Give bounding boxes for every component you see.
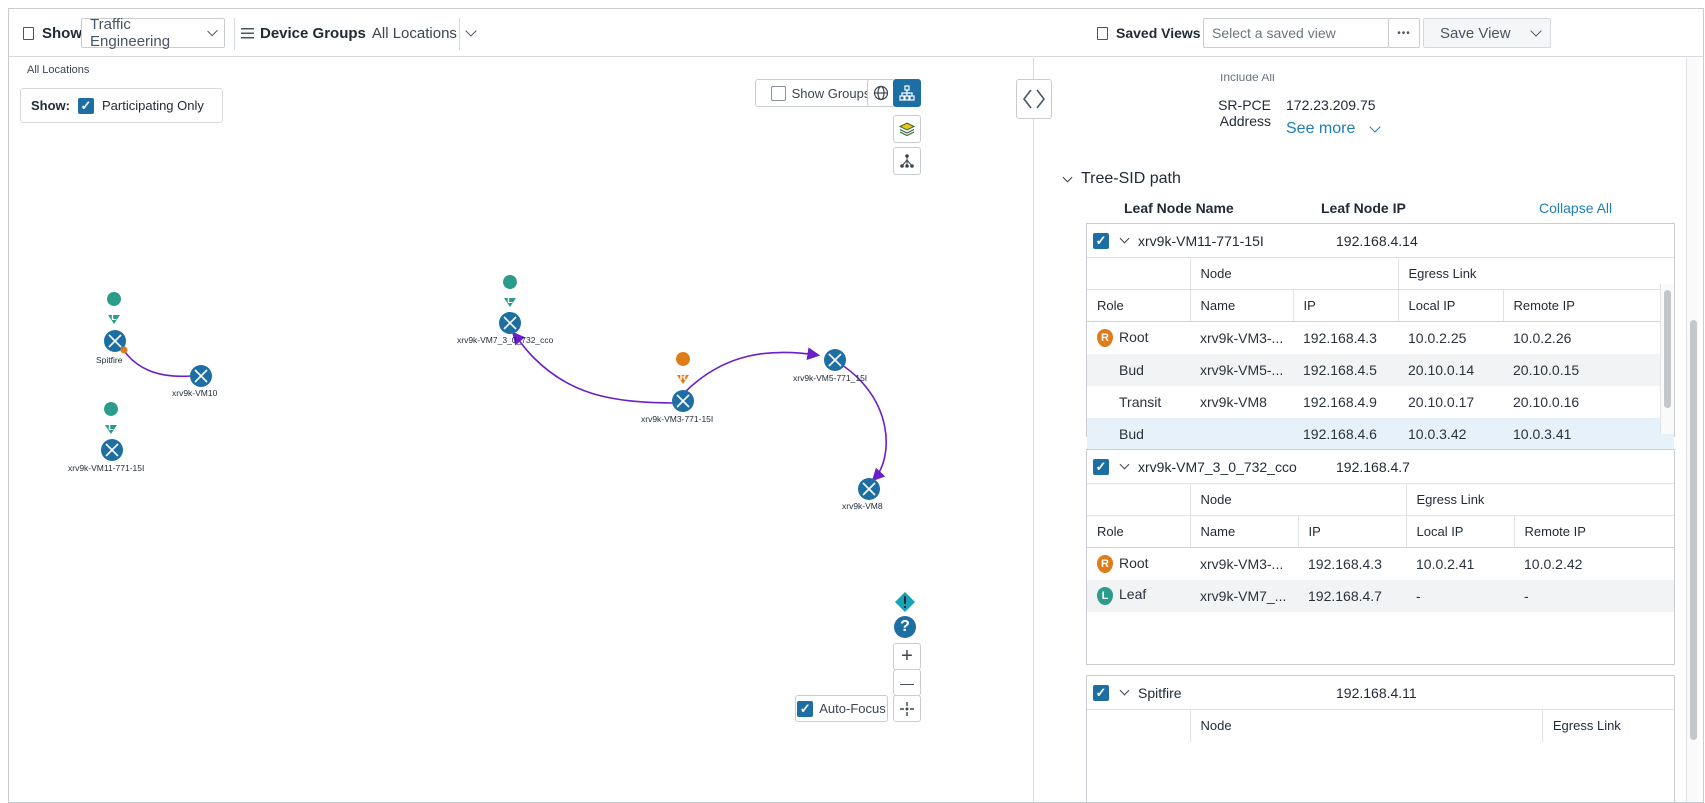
router-node-vm8[interactable] — [858, 478, 880, 500]
cut-off-text: Include All — [1220, 70, 1275, 84]
router-node-spitfire[interactable] — [104, 330, 128, 354]
chevron-down-icon[interactable] — [1119, 233, 1130, 244]
svg-text:L: L — [111, 312, 117, 322]
auto-focus-toggle[interactable]: ✓ Auto-Focus — [795, 695, 888, 722]
details-panel: Include All SR-PCE Address 172.23.209.75… — [1034, 58, 1703, 802]
node-label: xrv9k-VM10 — [172, 388, 218, 398]
alert-icon[interactable] — [894, 591, 916, 613]
root-badge: R — [676, 352, 691, 384]
chevron-down-icon — [465, 24, 477, 37]
chevron-down-icon — [1062, 172, 1073, 182]
node-label: Spitfire — [96, 355, 123, 365]
panel-scrollbar[interactable] — [1686, 58, 1699, 802]
leaf-node-ip-header: Leaf Node IP — [1321, 200, 1406, 216]
show-filter-label: Show — [23, 9, 82, 57]
path-table: Node Egress Link — [1087, 709, 1674, 742]
leaf-ip: 192.168.4.14 — [1336, 232, 1418, 249]
document-icon — [23, 26, 34, 40]
leaf-card-header[interactable]: ✓ xrv9k-VM7_3_0_732_cco 192.168.4.7 — [1087, 450, 1674, 483]
leaf-card: ✓ xrv9k-VM7_3_0_732_cco 192.168.4.7 Node… — [1086, 449, 1675, 665]
root-role-icon: R — [1097, 328, 1113, 347]
leaf-card: ✓ xrv9k-VM11-771-15I 192.168.4.14 Node Eg… — [1086, 223, 1675, 450]
node-label: xrv9k-VM11-771-15I — [68, 463, 145, 473]
list-icon — [241, 27, 254, 39]
see-more-link[interactable]: See more — [1286, 120, 1382, 138]
top-toolbar: Show Traffic Engineering Device Groups A… — [9, 9, 1703, 57]
show-label: Show — [42, 24, 82, 42]
leaf-node-name-header: Leaf Node Name — [1124, 200, 1234, 216]
table-row[interactable]: Bud xrv9k-VM5-... 192.168.4.5 20.10.0.14 20.… — [1087, 353, 1674, 386]
saved-views-icon — [1097, 26, 1108, 40]
path-link — [118, 342, 192, 378]
leaf-checkbox[interactable]: ✓ — [1093, 458, 1109, 475]
table-row[interactable]: Bud 192.168.4.6 10.0.3.42 10.0.3.41 — [1087, 417, 1674, 450]
router-node-vm5[interactable] — [824, 349, 846, 371]
leaf-card-header[interactable]: ✓ xrv9k-VM11-771-15I 192.168.4.14 — [1087, 224, 1674, 257]
chevron-down-icon — [207, 25, 218, 36]
table-row[interactable]: R Root xrv9k-VM3-... 192.168.4.3 10.0.2.25 10… — [1087, 322, 1674, 354]
srpce-value: 172.23.209.75 — [1286, 97, 1376, 113]
auto-focus-checkbox[interactable]: ✓ — [797, 700, 814, 717]
section-title: Tree-SID path — [1081, 170, 1181, 187]
device-groups-selector[interactable]: Device Groups All Locations — [241, 9, 477, 57]
collapse-all-link[interactable]: Collapse All — [1539, 200, 1612, 216]
node-label: xrv9k-VM3-771-15I — [641, 414, 714, 424]
leaf-ip: 192.168.4.7 — [1336, 458, 1410, 475]
leaf-card: ✓ Spitfire 192.168.4.11 Node Egress Link — [1086, 675, 1675, 802]
svg-text:L: L — [507, 295, 513, 305]
topology-map[interactable]: All Locations Show: ✓ Participating Only… — [9, 58, 1033, 803]
srpce-label: SR-PCE Address — [1218, 97, 1271, 129]
saved-view-placeholder: Select a saved view — [1212, 25, 1336, 41]
zoom-out-button[interactable]: — — [893, 669, 921, 696]
svg-text:L: L — [108, 422, 114, 432]
show-select[interactable]: Traffic Engineering — [81, 16, 225, 50]
node-label: xrv9k-VM8 — [842, 501, 883, 511]
help-icon[interactable]: ? — [894, 616, 916, 638]
leaf-name: xrv9k-VM7_3_0_732_cco — [1138, 458, 1297, 475]
chevron-down-icon[interactable] — [1119, 685, 1130, 696]
zoom-in-button[interactable]: + — [893, 643, 921, 670]
device-groups-label: Device Groups — [260, 24, 366, 42]
leaf-checkbox[interactable]: ✓ — [1093, 232, 1109, 249]
path-table: Node Egress Link Role Name IP Local IP Remote… — [1087, 257, 1674, 450]
table-row[interactable]: R Root xrv9k-VM3-... 192.168.4.3 10.0.2.41 10… — [1087, 548, 1674, 580]
svg-text:R: R — [680, 372, 687, 382]
show-select-value: Traffic Engineering — [90, 16, 171, 50]
path-table: Node Egress Link Role Name IP Local IP Remote… — [1087, 483, 1674, 612]
node-label: xrv9k-VM5-771_15I — [793, 373, 868, 383]
leaf-badge: L — [503, 275, 518, 307]
router-node-vm7[interactable] — [499, 312, 521, 334]
table-row[interactable]: Transit xrv9k-VM8 192.168.4.9 20.10.0.17 20.… — [1087, 386, 1674, 418]
chevron-down-icon — [1530, 24, 1542, 37]
leaf-role-icon: L — [1097, 586, 1113, 605]
topology-graph[interactable]: L L L R — [9, 58, 1009, 803]
table-row[interactable]: L Leaf xrv9k-VM7_... 192.168.4.7- - — [1087, 579, 1674, 612]
leaf-name: Spitfire — [1138, 684, 1182, 701]
tree-sid-section-toggle[interactable]: Tree-SID path — [1062, 170, 1181, 188]
leaf-ip: 192.168.4.11 — [1336, 684, 1417, 701]
fit-view-button[interactable] — [893, 695, 921, 722]
router-node-vm11[interactable] — [101, 439, 123, 461]
leaf-name: xrv9k-VM11-771-15I — [1138, 232, 1264, 249]
device-groups-value: All Locations — [371, 24, 457, 42]
saved-views-label: Saved Views — [1097, 9, 1201, 57]
leaf-card-header[interactable]: ✓ Spitfire 192.168.4.11 — [1087, 676, 1674, 709]
save-view-button[interactable]: Save View — [1423, 18, 1551, 48]
leaf-badge: L — [104, 402, 119, 434]
node-label: xrv9k-VM7_3_0_732_cco — [457, 335, 554, 345]
leaf-badge: L — [107, 292, 122, 324]
router-node-vm3[interactable] — [672, 390, 694, 412]
leaf-checkbox[interactable]: ✓ — [1093, 684, 1109, 701]
root-role-icon: R — [1097, 554, 1113, 573]
fit-icon — [900, 701, 914, 716]
app-frame: Show Traffic Engineering Device Groups A… — [8, 8, 1704, 803]
saved-view-select[interactable]: Select a saved view — [1203, 18, 1389, 48]
chevron-down-icon[interactable] — [1119, 459, 1130, 470]
table-scrollbar[interactable] — [1660, 284, 1674, 434]
more-options-button[interactable]: ••• — [1388, 18, 1420, 48]
router-node-vm10[interactable] — [190, 365, 212, 387]
chevron-down-icon — [1369, 120, 1382, 133]
